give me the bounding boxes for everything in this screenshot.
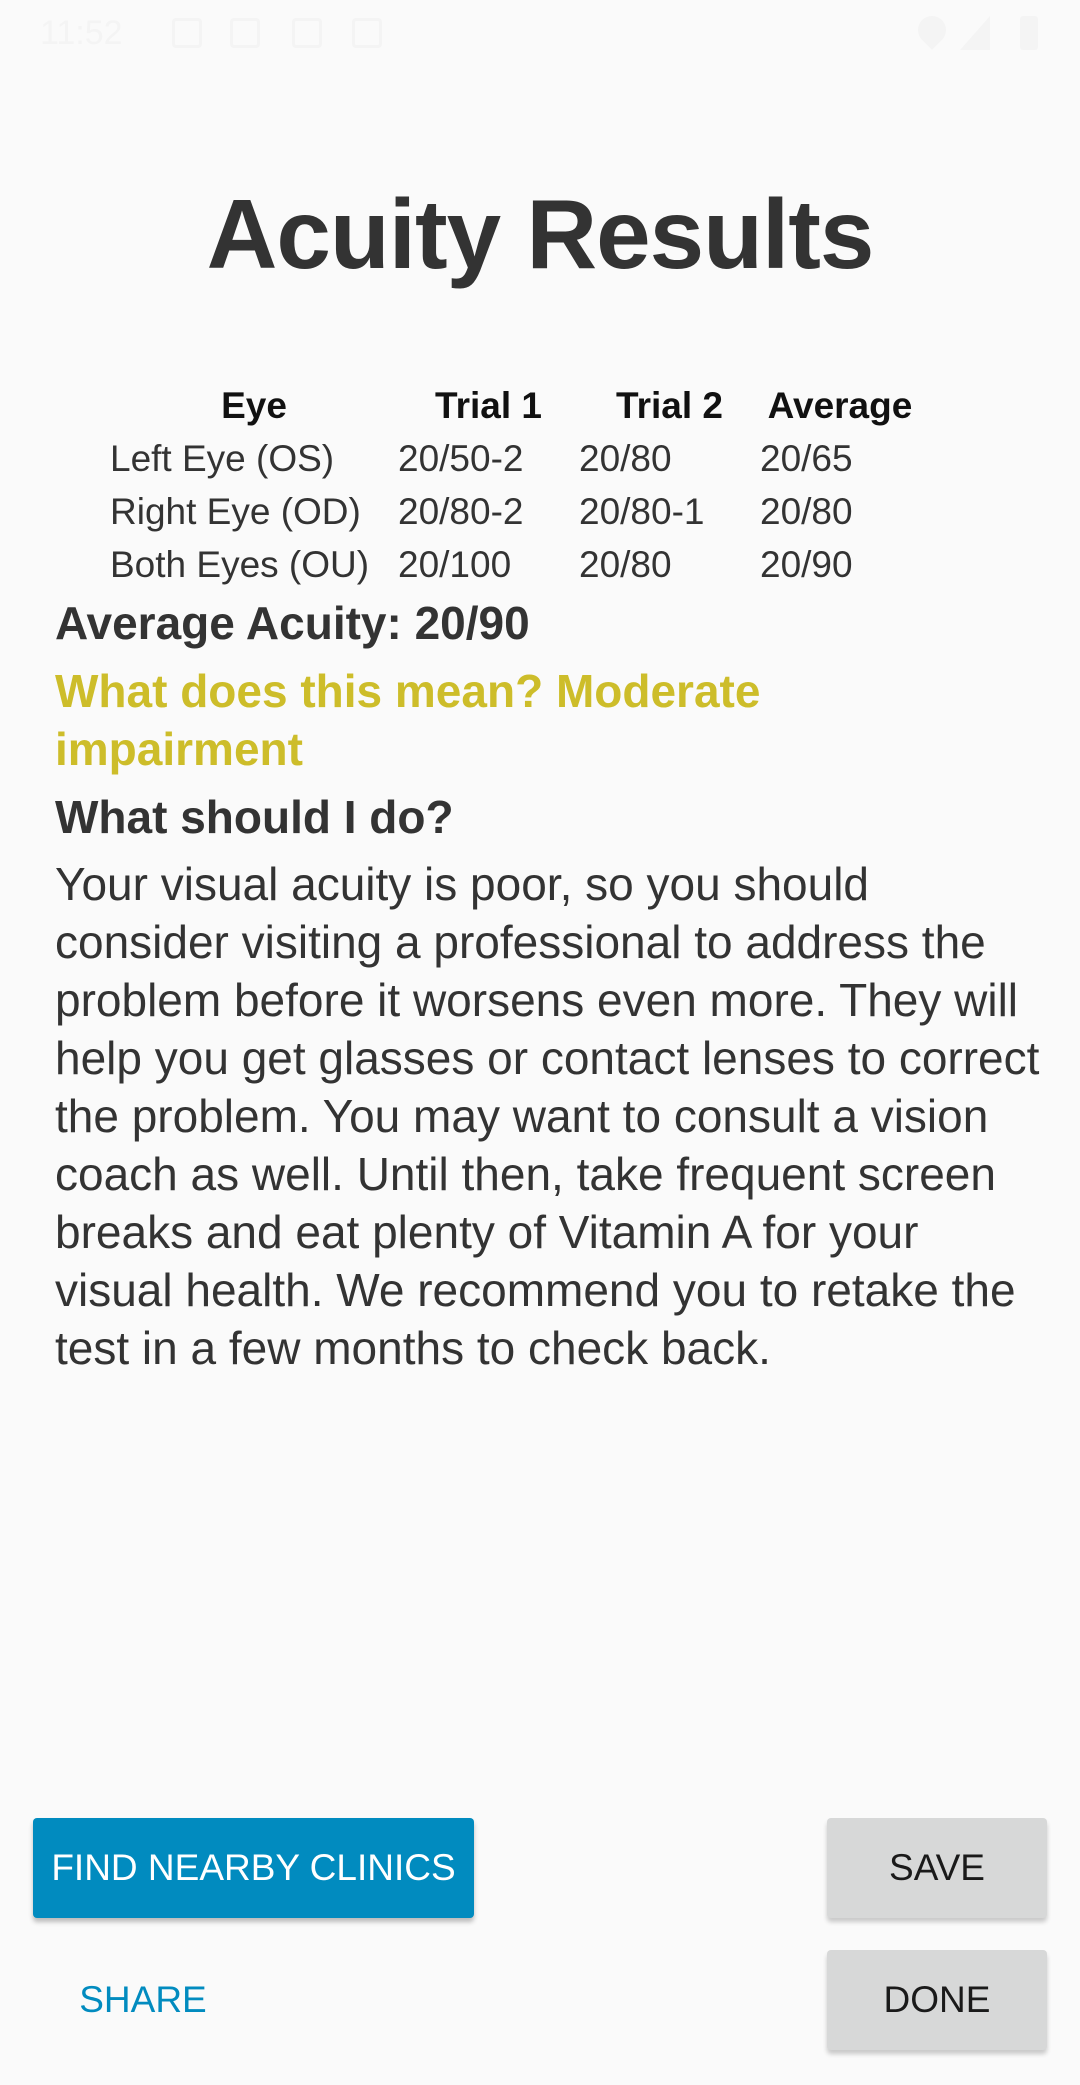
cell-eye: Right Eye (OD): [110, 490, 361, 532]
notification-icon: [172, 18, 202, 48]
advice-paragraph: Your visual acuity is poor, so you shoul…: [55, 858, 1040, 1374]
cell-eye: Left Eye (OS): [110, 437, 335, 479]
battery-icon: [1020, 16, 1038, 50]
cell-eye: Both Eyes (OU): [110, 543, 370, 585]
table-row: Right Eye (OD) 20/80-2 20/80-1 20/80: [103, 485, 920, 538]
status-bar: 11:52: [0, 0, 1080, 66]
cell-trial-1: 20/80-2: [398, 490, 524, 532]
header-trial-2: Trial 2: [616, 385, 723, 426]
average-acuity: Average Acuity: 20/90: [55, 597, 530, 649]
done-button[interactable]: DONE: [827, 1950, 1047, 2050]
cell-average: 20/65: [760, 437, 853, 479]
table-row: Both Eyes (OU) 20/100 20/80 20/90: [103, 538, 920, 591]
save-button[interactable]: SAVE: [827, 1818, 1047, 1918]
header-average: Average: [767, 385, 913, 426]
gallery-icon: [230, 18, 260, 48]
find-nearby-clinics-button[interactable]: FIND NEARBY CLINICS: [33, 1818, 474, 1918]
cell-trial-2: 20/80: [579, 543, 672, 585]
header-trial-1: Trial 1: [435, 385, 542, 426]
todo-heading: What should I do?: [55, 791, 454, 843]
cell-trial-1: 20/50-2: [398, 437, 524, 479]
cell-average: 20/90: [760, 543, 853, 585]
cell-trial-2: 20/80: [579, 437, 672, 479]
table-row: Left Eye (OS) 20/50-2 20/80 20/65: [103, 432, 920, 485]
header-eye: Eye: [221, 385, 287, 426]
image-icon: [292, 18, 322, 48]
wifi-icon: [912, 10, 952, 50]
cast-icon: [352, 18, 382, 48]
page-title: Acuity Results: [206, 179, 875, 289]
signal-icon: [960, 16, 990, 50]
status-time: 11:52: [40, 14, 123, 52]
results-table: Eye Trial 1 Trial 2 Average Left Eye (OS…: [103, 380, 920, 591]
share-button[interactable]: SHARE: [50, 1950, 236, 2050]
meaning-text: What does this mean? Moderate impairment: [55, 665, 761, 775]
cell-average: 20/80: [760, 490, 853, 532]
table-header-row: Eye Trial 1 Trial 2 Average: [103, 380, 920, 432]
cell-trial-2: 20/80-1: [579, 490, 705, 532]
cell-trial-1: 20/100: [398, 543, 512, 585]
